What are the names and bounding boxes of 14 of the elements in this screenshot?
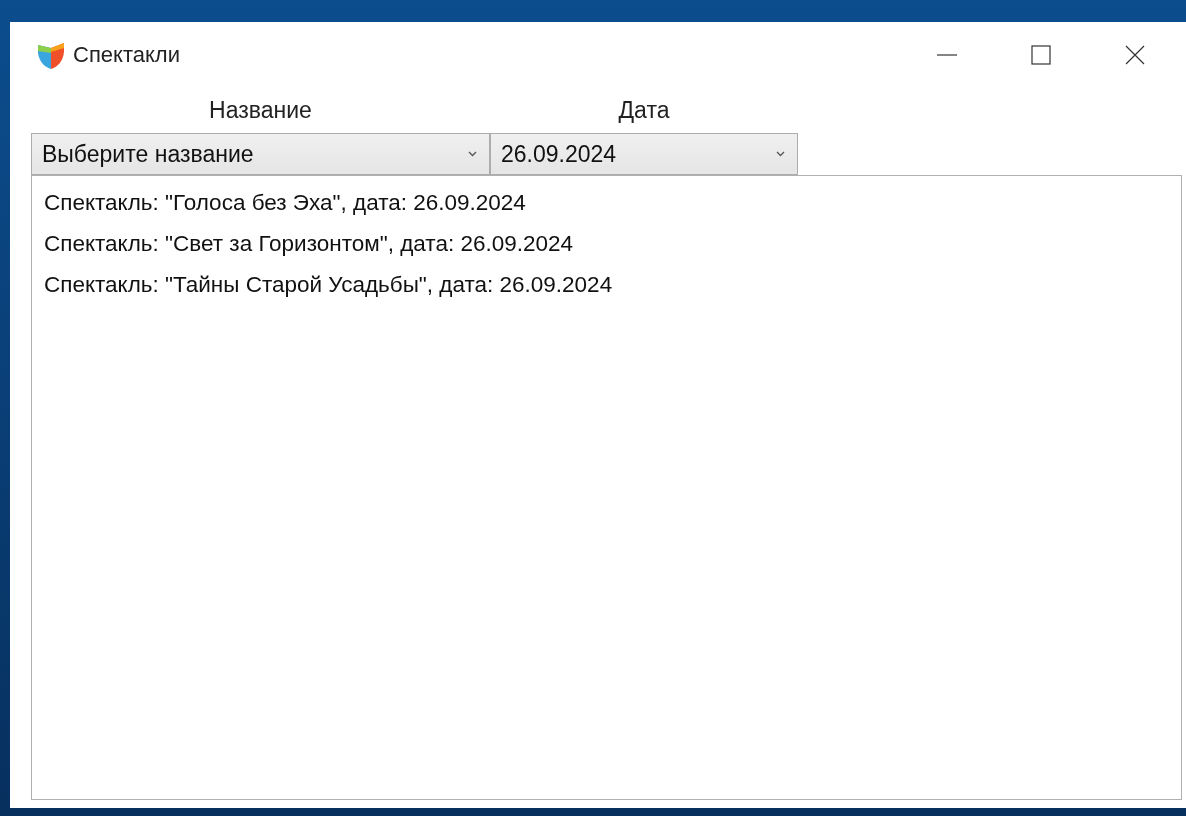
maximize-icon — [1031, 45, 1051, 65]
list-item[interactable]: Спектакль: "Тайны Старой Усадьбы", дата: 26.09.2024 — [44, 264, 1169, 305]
results-list[interactable]: Спектакль: "Голоса без Эха", дата: 26.09.2024 Спектакль: "Свет за Горизонтом", дата: 26.09.2024 Спектакль: "Тайны Старой Усадьбы", дата: 26.09.2024 — [31, 175, 1182, 800]
dropdown[interactable]: Выберите название — [31, 133, 490, 175]
window-title: Спектакли — [73, 42, 180, 68]
caret-icon — [776, 151, 785, 157]
filter-label: Дата — [618, 96, 670, 125]
list-item[interactable]: Спектакль: "Свет за Горизонтом", дата: 26.09.2024 — [44, 223, 1169, 264]
filter-label: Название — [209, 96, 312, 125]
close-icon — [1125, 45, 1145, 65]
dropdown[interactable]: 26.09.2024 — [490, 133, 798, 175]
list-item[interactable]: Спектакль: "Голоса без Эха", дата: 26.09.2024 — [44, 182, 1169, 223]
caret-icon — [468, 151, 477, 157]
minimize-icon — [937, 54, 957, 56]
